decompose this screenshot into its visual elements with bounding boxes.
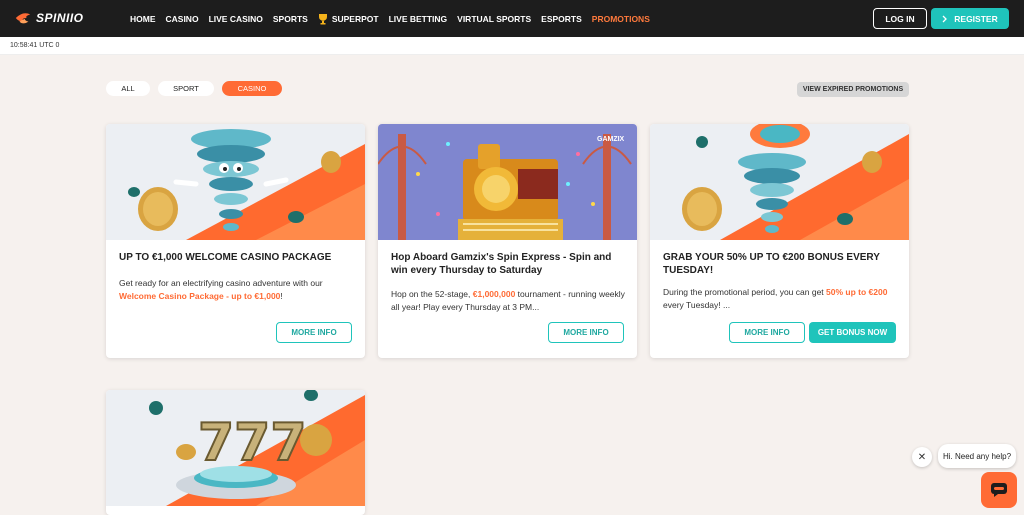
nav-virtual-sports[interactable]: VIRTUAL SPORTS (457, 14, 531, 24)
top-header: SPINIIO HOME CASINO LIVE CASINO SPORTS S… (0, 0, 1024, 37)
promo-image-chip-tornado (650, 124, 909, 240)
nav-esports[interactable]: ESPORTS (541, 14, 582, 24)
gamzix-logo: GAMZIX (597, 136, 625, 143)
promo-card-777: 777 (106, 390, 365, 515)
nav-promotions[interactable]: PROMOTIONS (592, 14, 650, 24)
time-bar: 10:58:41 UTC 0 (0, 37, 1024, 55)
more-info-button[interactable]: MORE INFO (729, 322, 805, 343)
view-expired-button[interactable]: VIEW EXPIRED PROMOTIONS (797, 82, 909, 97)
svg-text:777: 777 (198, 413, 307, 473)
server-time: 10:58:41 UTC 0 (10, 42, 60, 49)
nav-live-casino[interactable]: LIVE CASINO (209, 14, 263, 24)
nav-superpot-label: SUPERPOT (331, 13, 379, 24)
card-title: UP TO €1,000 WELCOME CASINO PACKAGE (119, 252, 332, 263)
promo-filters: ALL SPORT CASINO (106, 81, 282, 96)
logo-text: SPINIIO (36, 11, 84, 25)
promo-image-train: GAMZIX (378, 124, 637, 240)
chat-launcher-button[interactable] (981, 472, 1017, 508)
logo[interactable]: SPINIIO (14, 9, 84, 27)
logo-icon (15, 13, 31, 24)
filter-all[interactable]: ALL (106, 81, 150, 96)
card-description: Hop on the 52-stage, €1,000,000 tourname… (391, 289, 625, 312)
register-label: REGISTER (954, 13, 998, 24)
get-bonus-button[interactable]: GET BONUS NOW (809, 322, 896, 343)
filter-casino[interactable]: CASINO (222, 81, 282, 96)
nav-live-betting[interactable]: LIVE BETTING (389, 14, 448, 24)
main-nav: HOME CASINO LIVE CASINO SPORTS SUPERPOT … (130, 0, 660, 37)
promo-card-spin-express: GAMZIX Hop Aboard Gamzix's Spin Express … (378, 124, 637, 358)
register-button[interactable]: REGISTER (931, 8, 1009, 29)
more-info-button[interactable]: MORE INFO (276, 322, 352, 343)
filter-sport[interactable]: SPORT (158, 81, 214, 96)
chat-greeting[interactable]: Hi. Need any help? (938, 444, 1016, 468)
nav-home[interactable]: HOME (130, 14, 156, 24)
more-info-button[interactable]: MORE INFO (548, 322, 624, 343)
nav-superpot[interactable]: SUPERPOT (318, 13, 379, 25)
promo-card-welcome: UP TO €1,000 WELCOME CASINO PACKAGE Get … (106, 124, 365, 358)
card-title: Hop Aboard Gamzix's Spin Express - Spin … (391, 252, 612, 276)
chat-icon (991, 483, 1007, 497)
card-title: GRAB YOUR 50% UP TO €200 BONUS EVERY TUE… (663, 252, 880, 276)
nav-casino[interactable]: CASINO (166, 14, 199, 24)
nav-sports[interactable]: SPORTS (273, 14, 308, 24)
login-button[interactable]: LOG IN (873, 8, 927, 29)
chevron-right-icon (942, 15, 948, 22)
promo-image-tornado (106, 124, 365, 240)
card-description: During the promotional period, you can g… (663, 287, 888, 310)
trophy-icon (318, 13, 327, 24)
promo-card-tuesday-bonus: GRAB YOUR 50% UP TO €200 BONUS EVERY TUE… (650, 124, 909, 358)
card-description: Get ready for an electrifying casino adv… (119, 278, 323, 301)
chat-close-button[interactable]: ✕ (912, 447, 932, 467)
promo-image-777: 777 (106, 390, 365, 506)
